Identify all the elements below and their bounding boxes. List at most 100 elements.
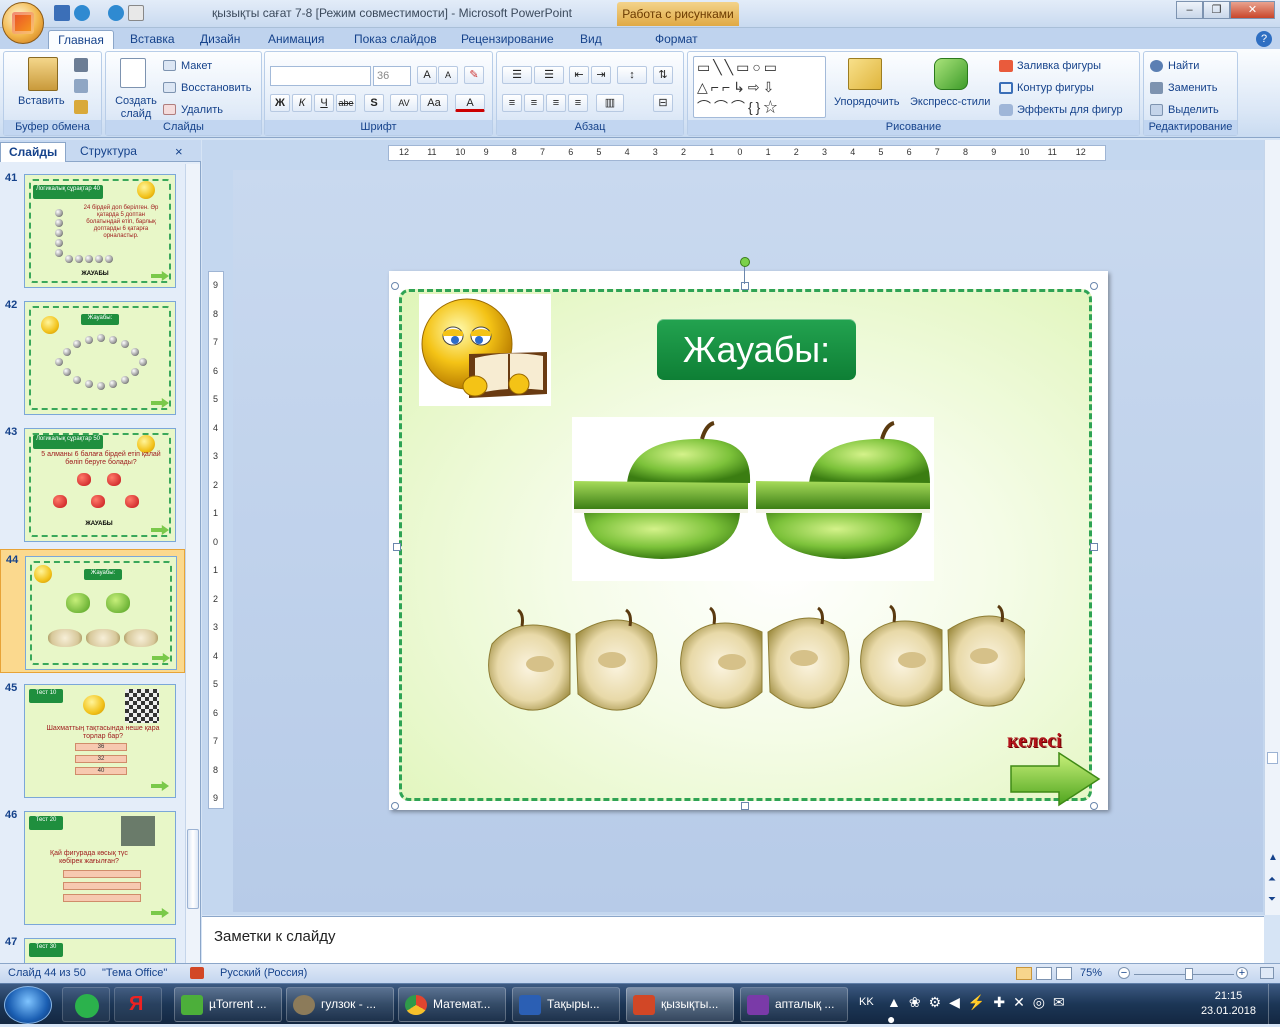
slideshow-view-icon[interactable]	[1056, 967, 1072, 980]
prev-slide-icon[interactable]: ⏶	[1268, 874, 1276, 885]
scroll-up-icon[interactable]: ▲	[1268, 852, 1278, 863]
strikethrough-button[interactable]: abe	[336, 94, 356, 112]
tab-outline[interactable]: Структура	[72, 142, 145, 162]
shapes-gallery[interactable]: ▭╲╲▭○▭ △⌐⌐↳⇨⇩ ⌒⌒⌒{}☆	[693, 56, 826, 118]
redo-icon[interactable]	[108, 5, 124, 21]
shape-outline-button[interactable]: Контур фигуры	[1017, 82, 1094, 94]
increase-indent-icon[interactable]: ⇥	[591, 66, 611, 84]
tray-icons[interactable]: ▲❀⚙◀⚡✚✕◎✉●	[887, 994, 1087, 1027]
slide-thumbnail-44[interactable]: 44 Жауабы:	[0, 549, 185, 673]
resize-handle[interactable]	[393, 543, 401, 551]
editor-scrollbar[interactable]: ▲ ⏶ ⏷	[1264, 140, 1280, 915]
spell-check-icon[interactable]	[190, 967, 204, 979]
bold-button[interactable]: Ж	[270, 94, 290, 112]
resize-handle[interactable]	[741, 802, 749, 810]
close-button[interactable]: ✕	[1230, 1, 1275, 19]
zoom-slider[interactable]	[1134, 968, 1234, 980]
resize-handle[interactable]	[1090, 802, 1098, 810]
cut-green-apples-image[interactable]	[572, 417, 934, 581]
taskbar-app-chrome[interactable]: Математ...	[398, 987, 506, 1022]
find-button[interactable]: Найти	[1168, 60, 1199, 72]
close-pane-button[interactable]: ×	[175, 142, 183, 162]
quick-styles-button[interactable]: Экспресс-стили	[910, 96, 990, 108]
sorter-view-icon[interactable]	[1036, 967, 1052, 980]
tab-review[interactable]: Рецензирование	[455, 30, 560, 50]
arrange-icon[interactable]	[848, 58, 882, 90]
apple-halves-image[interactable]	[480, 604, 1031, 719]
taskbar-app-winrar[interactable]: апталық ...	[740, 987, 848, 1022]
quick-styles-icon[interactable]	[934, 58, 968, 90]
format-painter-icon[interactable]	[74, 100, 88, 114]
numbering-icon[interactable]: ☰	[534, 66, 564, 84]
font-name-field[interactable]	[270, 66, 371, 86]
align-text-icon[interactable]: ⊟	[653, 94, 673, 112]
tab-insert[interactable]: Вставка	[124, 30, 181, 50]
language[interactable]: Русский (Россия)	[220, 967, 307, 979]
tab-design[interactable]: Дизайн	[194, 30, 246, 50]
maximize-button[interactable]: ❐	[1203, 1, 1230, 19]
zoom-level[interactable]: 75%	[1080, 967, 1102, 979]
shadow-button[interactable]: S	[364, 94, 384, 112]
italic-button[interactable]: К	[292, 94, 312, 112]
zoom-slider-knob[interactable]	[1185, 968, 1193, 980]
cut-icon[interactable]	[74, 58, 88, 72]
next-arrow-icon[interactable]	[1009, 751, 1101, 807]
taskbar-app-powerpoint[interactable]: қызықты...	[626, 987, 734, 1022]
undo-icon[interactable]	[74, 5, 90, 21]
show-desktop-button[interactable]	[1268, 984, 1280, 1025]
taskbar-app-utorrent[interactable]: µTorrent ...	[174, 987, 282, 1022]
yandex-browser-icon[interactable]: Я	[114, 987, 162, 1022]
align-left-icon[interactable]: ≡	[502, 94, 522, 112]
slide-thumbnail-42[interactable]: 42 Жауабы:	[0, 295, 185, 419]
slides-pane-scrollbar[interactable]	[185, 164, 200, 964]
taskbar-app-word[interactable]: Тақыры...	[512, 987, 620, 1022]
tab-slideshow[interactable]: Показ слайдов	[348, 30, 443, 50]
tab-slides[interactable]: Слайды	[0, 142, 67, 162]
layout-button[interactable]: Макет	[181, 60, 212, 72]
rotation-handle[interactable]	[740, 257, 750, 267]
resize-handle[interactable]	[1090, 282, 1098, 290]
clear-format-icon[interactable]: ✎	[464, 66, 484, 84]
zoom-in-icon[interactable]: +	[1236, 967, 1248, 979]
resize-handle[interactable]	[391, 282, 399, 290]
print-preview-icon[interactable]	[128, 5, 144, 21]
office-button[interactable]	[2, 2, 44, 44]
new-slide-icon[interactable]	[120, 58, 146, 88]
taskbar-app-search[interactable]: гулзок - ...	[286, 987, 394, 1022]
resize-handle[interactable]	[1090, 543, 1098, 551]
columns-icon[interactable]: ▥	[596, 94, 624, 112]
shrink-font-button[interactable]: A	[438, 66, 458, 84]
tab-view[interactable]: Вид	[574, 30, 608, 50]
decrease-indent-icon[interactable]: ⇤	[569, 66, 589, 84]
language-indicator[interactable]: KK	[859, 996, 874, 1008]
align-right-icon[interactable]: ≡	[546, 94, 566, 112]
line-spacing-icon[interactable]: ↕	[617, 66, 647, 84]
delete-slide-button[interactable]: Удалить	[181, 104, 223, 116]
shape-fill-button[interactable]: Заливка фигуры	[1017, 60, 1101, 72]
scrollbar-thumb[interactable]	[187, 829, 199, 909]
text-direction-icon[interactable]: ⇅	[653, 66, 673, 84]
new-slide-button[interactable]: Создать слайд	[114, 95, 158, 121]
paste-icon[interactable]	[28, 57, 58, 91]
minimize-button[interactable]: –	[1176, 1, 1203, 19]
slide-thumbnail-43[interactable]: 43 Логикалық сұрақтар 50 5 алманы 6 бала…	[0, 422, 185, 546]
next-label[interactable]: келесі	[1007, 730, 1062, 753]
arrange-button[interactable]: Упорядочить	[834, 96, 899, 108]
notes-pane[interactable]: Заметки к слайду	[202, 916, 1264, 963]
copy-icon[interactable]	[74, 79, 88, 93]
resize-handle[interactable]	[741, 282, 749, 290]
answer-title[interactable]: Жауабы:	[657, 319, 856, 380]
normal-view-icon[interactable]	[1016, 967, 1032, 980]
tab-format[interactable]: Формат	[649, 30, 704, 50]
slide-thumbnail-47[interactable]: 47 Тест 30	[0, 932, 185, 964]
select-button[interactable]: Выделить	[1168, 104, 1219, 116]
slide-thumbnail-41[interactable]: 41 Логикалық сұрақтар 40 24 бірдей доп б…	[0, 168, 185, 292]
paste-button[interactable]: Вставить	[18, 95, 65, 107]
justify-icon[interactable]: ≡	[568, 94, 588, 112]
underline-button[interactable]: Ч	[314, 94, 334, 112]
reset-button[interactable]: Восстановить	[181, 82, 251, 94]
next-slide-icon[interactable]: ⏷	[1268, 894, 1276, 905]
save-icon[interactable]	[54, 5, 70, 21]
tab-animation[interactable]: Анимация	[262, 30, 330, 50]
slide-thumbnail-46[interactable]: 46 Тест 20 Қай фигурада көсық түс көбіре…	[0, 805, 185, 929]
